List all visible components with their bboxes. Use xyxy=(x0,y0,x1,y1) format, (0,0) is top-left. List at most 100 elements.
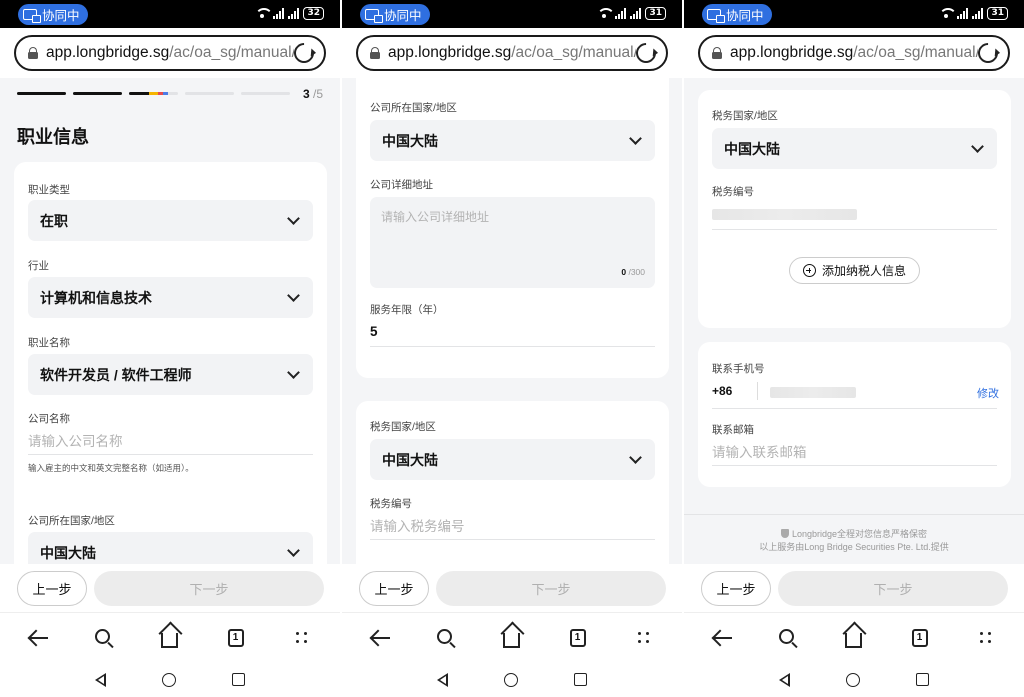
tax-id-input[interactable] xyxy=(712,200,997,230)
char-counter: 0 /300 xyxy=(621,267,645,277)
plus-circle-icon xyxy=(802,264,816,277)
battery-icon: 31 xyxy=(987,7,1008,20)
wifi-icon xyxy=(597,8,616,19)
collab-badge[interactable]: 协同中 xyxy=(18,4,88,25)
url-text[interactable]: app.longbridge.sg/ac/oa_sg/manual/er xyxy=(46,44,294,62)
wifi-icon xyxy=(939,8,958,19)
company-input[interactable]: 请输入公司名称 xyxy=(28,425,313,455)
chevron-down-icon xyxy=(287,288,300,302)
position-select[interactable]: 软件开发员 / 软件工程师 xyxy=(28,354,313,395)
system-back-icon[interactable] xyxy=(437,672,448,687)
system-home-icon[interactable] xyxy=(846,672,860,687)
prev-step-button[interactable]: 上一步 xyxy=(17,571,87,606)
lock-icon xyxy=(370,47,380,59)
prev-step-button[interactable]: 上一步 xyxy=(359,571,429,606)
years-label: 服务年限（年） xyxy=(370,304,444,316)
phone-screen-2: 协同中 31 app.longbridge.sg/ac/oa_sg/manual… xyxy=(342,0,682,697)
search-button[interactable] xyxy=(773,623,803,653)
tax-country-select[interactable]: 中国大陆 xyxy=(370,439,655,480)
home-icon xyxy=(161,633,179,648)
modify-phone-link[interactable]: 修改 xyxy=(977,385,999,401)
step-counter: 3 /5 xyxy=(303,87,323,101)
tabs-button[interactable]: 1 xyxy=(563,623,593,653)
lock-icon xyxy=(712,47,722,59)
browser-toolbar: 1 xyxy=(0,612,340,662)
system-home-icon[interactable] xyxy=(162,672,176,687)
system-home-icon[interactable] xyxy=(504,672,518,687)
job-type-label: 职业类型 xyxy=(28,184,70,196)
url-path: /ac/oa_sg/manual/er xyxy=(511,44,636,61)
next-step-button[interactable]: 下一步 xyxy=(778,571,1008,606)
step-buttons: 上一步 下一步 xyxy=(684,571,1024,611)
more-button[interactable] xyxy=(628,623,658,653)
job-type-select[interactable]: 在职 xyxy=(28,200,313,241)
url-text[interactable]: app.longbridge.sg/ac/oa_sg/manual/er xyxy=(730,44,978,62)
url-text[interactable]: app.longbridge.sg/ac/oa_sg/manual/er xyxy=(388,44,636,62)
address-bar[interactable]: app.longbridge.sg/ac/oa_sg/manual/er xyxy=(356,35,668,71)
chevron-down-icon xyxy=(971,139,984,153)
collab-badge[interactable]: 协同中 xyxy=(702,4,772,25)
system-nav xyxy=(0,662,340,697)
address-bar[interactable]: app.longbridge.sg/ac/oa_sg/manual/er xyxy=(698,35,1010,71)
years-input[interactable]: 5 xyxy=(370,317,655,347)
browser-toolbar: 1 xyxy=(684,612,1024,662)
home-button[interactable] xyxy=(497,623,527,653)
reload-icon[interactable] xyxy=(289,38,319,68)
system-recents-icon[interactable] xyxy=(574,673,587,686)
status-bar: 协同中 31 xyxy=(342,0,682,28)
search-button[interactable] xyxy=(89,623,119,653)
contact-card: 联系手机号 +86 修改 联系邮箱 请输入联系邮箱 xyxy=(698,342,1011,487)
status-icons: 31 xyxy=(939,7,1008,20)
back-button[interactable] xyxy=(24,623,54,653)
back-button[interactable] xyxy=(366,623,396,653)
more-dots-icon xyxy=(979,632,991,643)
company-country-select[interactable]: 中国大陆 xyxy=(370,120,655,161)
system-nav xyxy=(684,662,1024,697)
system-recents-icon[interactable] xyxy=(232,673,245,686)
company-country-value: 中国大陆 xyxy=(382,132,438,149)
tabs-button[interactable]: 1 xyxy=(905,623,935,653)
more-dots-icon xyxy=(637,632,649,643)
home-button[interactable] xyxy=(155,623,185,653)
prev-step-button[interactable]: 上一步 xyxy=(701,571,771,606)
add-taxpayer-button[interactable]: 添加纳税人信息 xyxy=(789,257,920,284)
collab-badge[interactable]: 协同中 xyxy=(360,4,430,25)
back-button[interactable] xyxy=(708,623,738,653)
url-host: app.longbridge.sg xyxy=(46,44,170,61)
address-textarea[interactable]: 请输入公司详细地址 0 /300 xyxy=(370,197,655,288)
more-button[interactable] xyxy=(286,623,316,653)
home-icon xyxy=(845,633,863,648)
system-back-icon[interactable] xyxy=(779,672,790,687)
reload-icon[interactable] xyxy=(631,38,661,68)
company-country-value: 中国大陆 xyxy=(40,544,96,561)
system-recents-icon[interactable] xyxy=(916,673,929,686)
tabs-button[interactable]: 1 xyxy=(221,623,251,653)
page-content: 税务国家/地区 中国大陆 税务编号 添加纳税人信息 联系手机号 +86 修改 联… xyxy=(684,78,1024,564)
multiscreen-icon xyxy=(23,9,41,23)
more-dots-icon xyxy=(295,632,307,643)
add-taxpayer-label: 添加纳税人信息 xyxy=(821,264,906,278)
next-step-button[interactable]: 下一步 xyxy=(94,571,324,606)
company-country-select[interactable]: 中国大陆 xyxy=(28,532,313,564)
tax-country-value: 中国大陆 xyxy=(724,140,780,157)
reload-icon[interactable] xyxy=(973,38,1003,68)
tax-country-select[interactable]: 中国大陆 xyxy=(712,128,997,169)
tax-id-input[interactable]: 请输入税务编号 xyxy=(370,510,655,540)
search-button[interactable] xyxy=(431,623,461,653)
address-bar[interactable]: app.longbridge.sg/ac/oa_sg/manual/er xyxy=(14,35,326,71)
search-icon xyxy=(437,628,453,644)
home-button[interactable] xyxy=(839,623,869,653)
system-back-icon[interactable] xyxy=(95,672,106,687)
company-card: 公司所在国家/地区 中国大陆 公司详细地址 请输入公司详细地址 0 /300 服… xyxy=(356,78,669,378)
chevron-down-icon xyxy=(287,211,300,225)
chevron-down-icon xyxy=(629,450,642,464)
url-host: app.longbridge.sg xyxy=(730,44,854,61)
more-button[interactable] xyxy=(970,623,1000,653)
industry-value: 计算机和信息技术 xyxy=(40,289,152,306)
email-input[interactable]: 请输入联系邮箱 xyxy=(712,436,997,466)
country-code[interactable]: +86 xyxy=(712,384,732,398)
next-step-button[interactable]: 下一步 xyxy=(436,571,666,606)
multiscreen-icon xyxy=(707,9,725,23)
industry-select[interactable]: 计算机和信息技术 xyxy=(28,277,313,318)
address-label: 公司详细地址 xyxy=(370,179,433,191)
